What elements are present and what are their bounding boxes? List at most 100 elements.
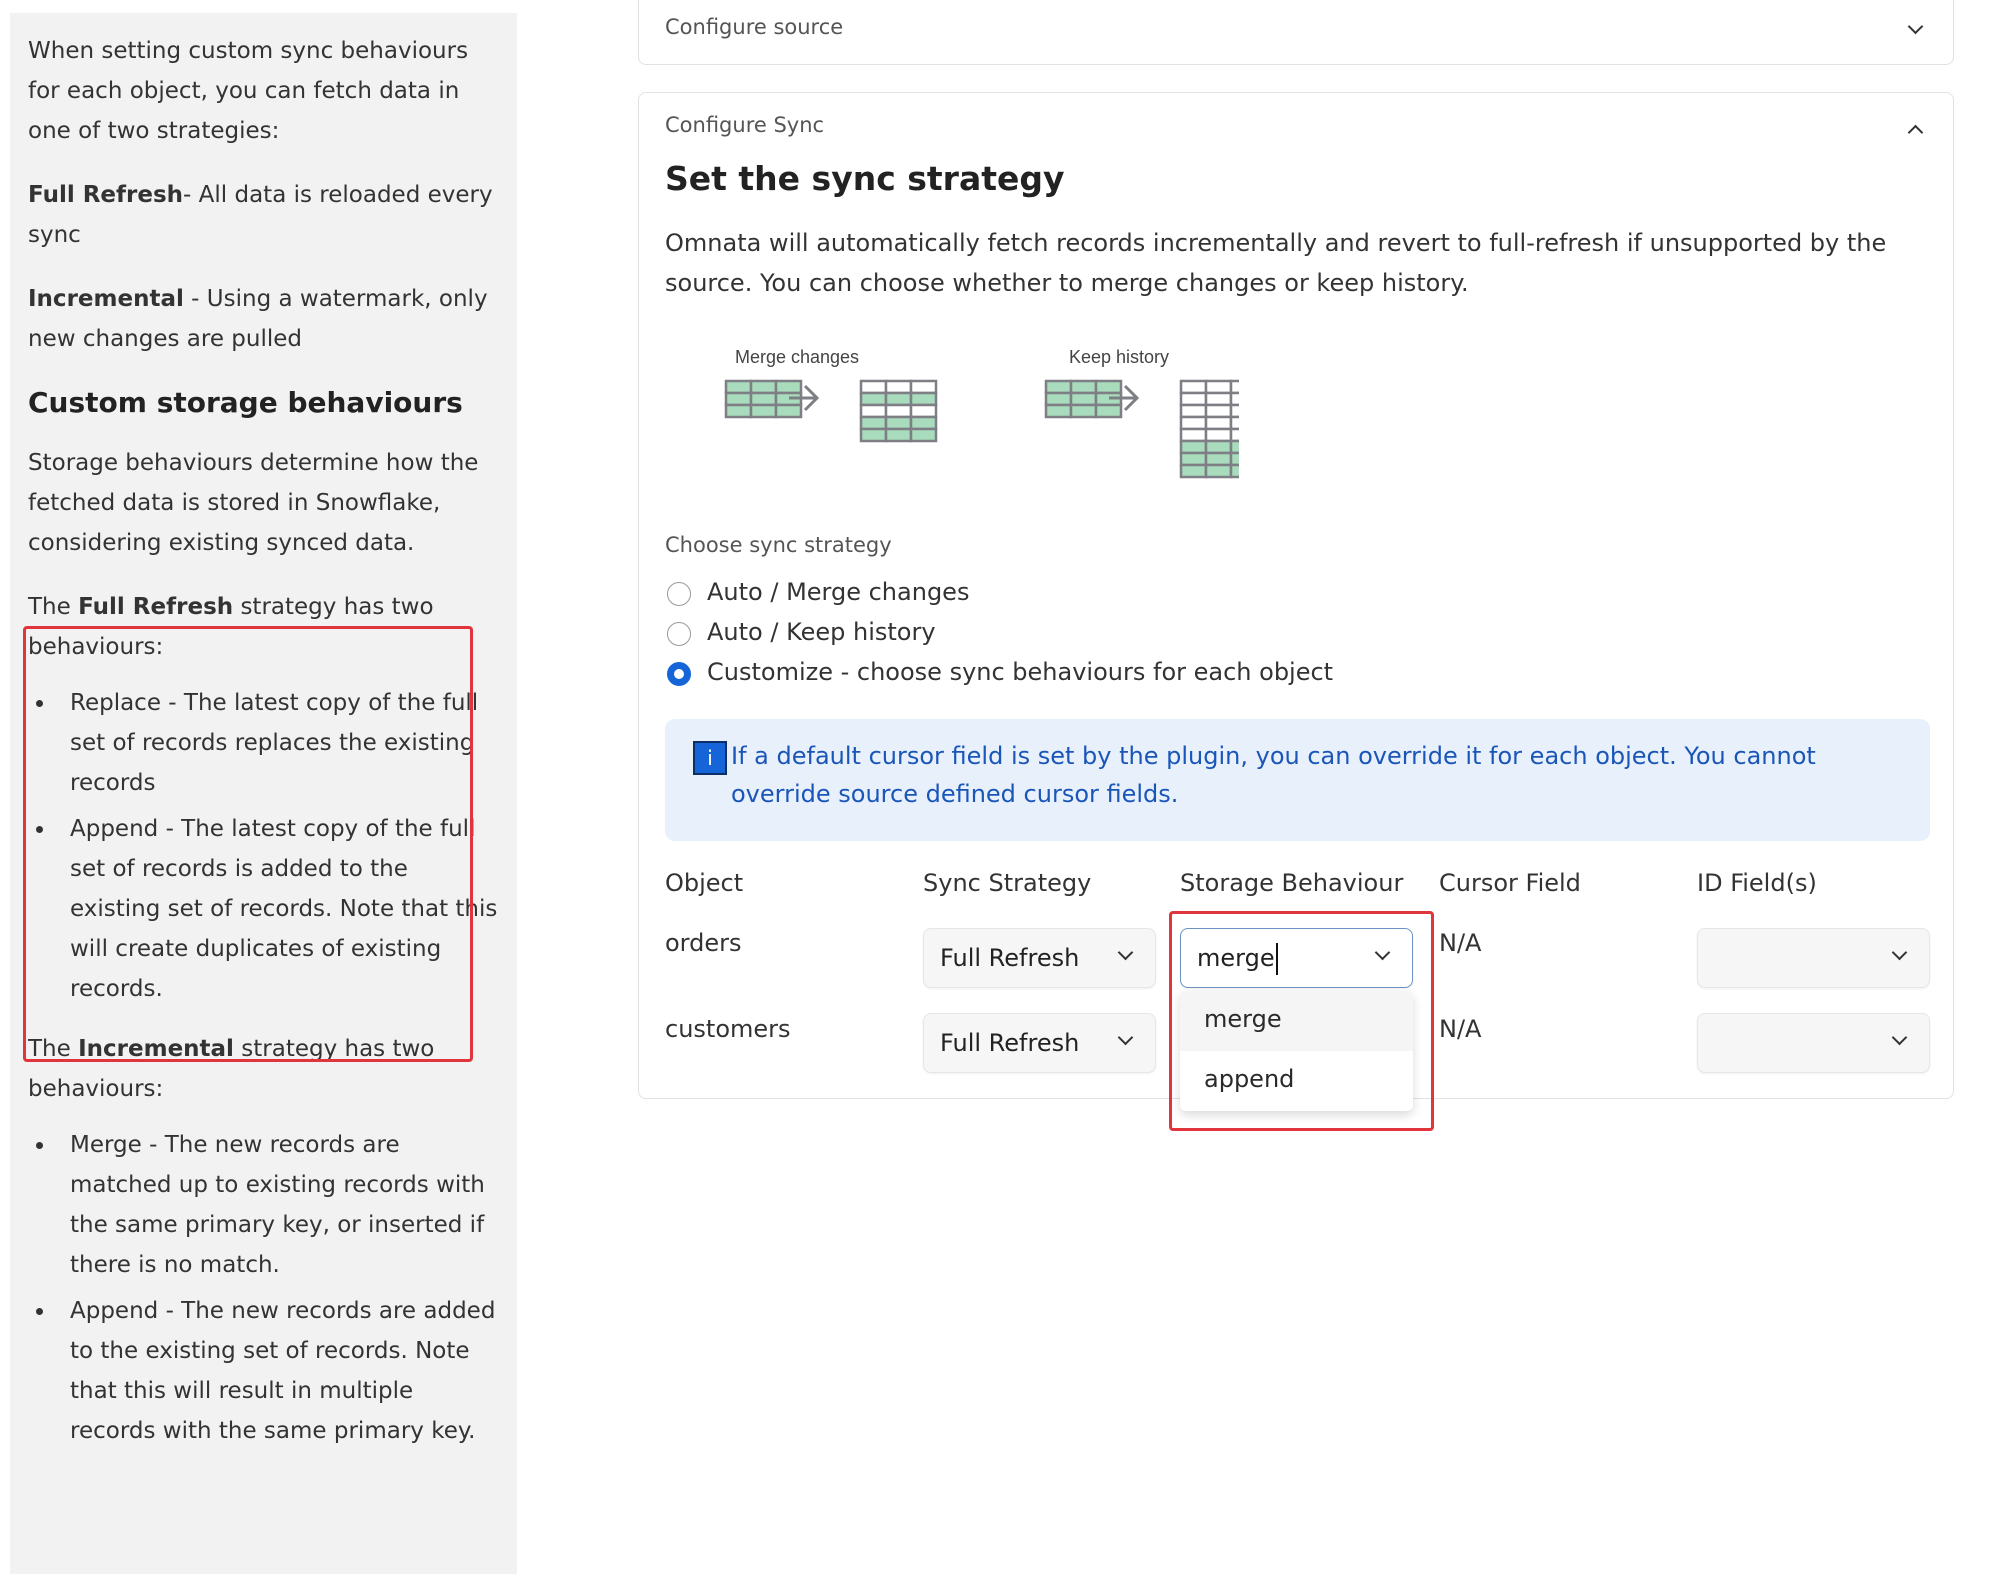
table-cell <box>774 379 803 395</box>
table-cell <box>1179 451 1208 467</box>
table-cell <box>1229 391 1239 407</box>
intro-text: When setting custom sync behaviours for … <box>28 38 469 144</box>
table-cell <box>1179 463 1208 479</box>
table-cell <box>1229 403 1239 419</box>
table-cell <box>1229 415 1239 431</box>
table-cell <box>1044 403 1073 419</box>
table-cell <box>909 391 938 407</box>
table-cell <box>724 391 753 407</box>
configure-source-label: Configure source <box>665 15 844 39</box>
table-cell <box>1094 379 1123 395</box>
table-cell <box>1094 403 1123 419</box>
full-refresh-def: Full Refresh- All data is reloaded every… <box>28 182 493 248</box>
history-table-icon <box>1179 379 1239 479</box>
storage-heading: Custom storage behaviours <box>28 386 463 419</box>
section-description: Omnata will automatically fetch records … <box>665 229 1887 297</box>
table-cell <box>749 403 778 419</box>
col-header-storage-behaviour: Storage Behaviour <box>1180 869 1404 897</box>
col-header-object: Object <box>665 869 744 897</box>
info-banner: i If a default cursor field is set by th… <box>665 719 1930 841</box>
table-cell <box>749 391 778 407</box>
chevron-down-icon <box>1891 944 1908 961</box>
table-cell <box>1204 451 1233 467</box>
incremental-def: Incremental - Using a watermark, only ne… <box>28 286 488 352</box>
sync-strategy-select[interactable]: Full Refresh <box>923 928 1156 988</box>
table-cell <box>859 391 888 407</box>
table-cell <box>1204 427 1233 443</box>
col-header-cursor-field: Cursor Field <box>1439 869 1581 897</box>
table-cell <box>884 379 913 395</box>
sync-strategy-select[interactable]: Full Refresh <box>923 1013 1156 1073</box>
list-item: Append - The new records are added to th… <box>28 1291 499 1451</box>
object-customers: customers <box>665 1015 791 1043</box>
incremental-list: Merge - The new records are matched up t… <box>28 1125 499 1451</box>
storage-desc: Storage behaviours determine how the fet… <box>28 450 479 556</box>
strategy-label: Choose sync strategy <box>665 533 892 557</box>
table-cell <box>1069 379 1098 395</box>
table-cell <box>724 379 753 395</box>
table-cell <box>1044 391 1073 407</box>
table-cell <box>1204 439 1233 455</box>
section-title: Set the sync strategy <box>665 159 1065 198</box>
radio-button[interactable] <box>667 582 691 606</box>
chevron-down-icon <box>1117 944 1134 961</box>
table-cell <box>909 379 938 395</box>
info-icon: i <box>693 741 727 775</box>
table-cell <box>859 415 888 431</box>
table-cell <box>1229 451 1239 467</box>
table-cell <box>1204 403 1233 419</box>
chevron-down-icon <box>1117 1029 1134 1046</box>
object-orders: orders <box>665 929 742 957</box>
sync-strategy-diagram: Merge changes Keep history <box>724 347 1239 479</box>
table-cell <box>1069 391 1098 407</box>
merge-changes-label: Merge changes <box>735 347 859 367</box>
table-cell <box>1179 379 1208 395</box>
table-cell <box>1204 463 1233 479</box>
chevron-down-icon[interactable] <box>1907 18 1924 35</box>
table-cell <box>1229 463 1239 479</box>
table-cell <box>724 403 753 419</box>
chevron-down-icon <box>1891 1029 1908 1046</box>
radio-button[interactable] <box>667 622 691 646</box>
table-cell <box>1229 427 1239 443</box>
table-cell <box>1204 379 1233 395</box>
keep-history-label: Keep history <box>1069 347 1169 367</box>
table-cell <box>884 415 913 431</box>
table-cell <box>1179 439 1208 455</box>
table-cell <box>909 427 938 443</box>
col-header-sync-strategy: Sync Strategy <box>923 869 1092 897</box>
table-cell <box>859 427 888 443</box>
table-cell <box>1204 415 1233 431</box>
id-fields-select[interactable] <box>1697 928 1930 988</box>
table-cell <box>859 379 888 395</box>
table-cell <box>909 403 938 419</box>
configure-source-panel[interactable]: Configure source <box>638 0 1954 65</box>
table-cell <box>1179 415 1208 431</box>
highlight-box <box>23 626 473 1062</box>
table-cell <box>1069 403 1098 419</box>
table-cell <box>1229 439 1239 455</box>
table-icons <box>724 379 1239 479</box>
table-cell <box>1044 379 1073 395</box>
table-cell <box>1179 391 1208 407</box>
table-cell <box>774 403 803 419</box>
table-cell <box>749 379 778 395</box>
table-cell <box>884 391 913 407</box>
cursor-field-customers: N/A <box>1439 1015 1482 1043</box>
table-cell <box>1229 379 1239 395</box>
chevron-up-icon[interactable] <box>1907 124 1924 141</box>
col-header-id-fields: ID Field(s) <box>1697 869 1817 897</box>
radio-button-selected[interactable] <box>667 662 691 686</box>
highlight-box <box>1169 911 1434 1131</box>
table-cell <box>884 427 913 443</box>
table-cell <box>1179 427 1208 443</box>
list-item: Merge - The new records are matched up t… <box>28 1125 499 1285</box>
info-text: If a default cursor field is set by the … <box>731 742 1816 808</box>
configure-sync-label: Configure Sync <box>665 113 825 137</box>
table-cell <box>859 403 888 419</box>
table-cell <box>909 415 938 431</box>
cursor-field-orders: N/A <box>1439 929 1482 957</box>
table-cell <box>1204 391 1233 407</box>
table-cell <box>1179 403 1208 419</box>
id-fields-select[interactable] <box>1697 1013 1930 1073</box>
